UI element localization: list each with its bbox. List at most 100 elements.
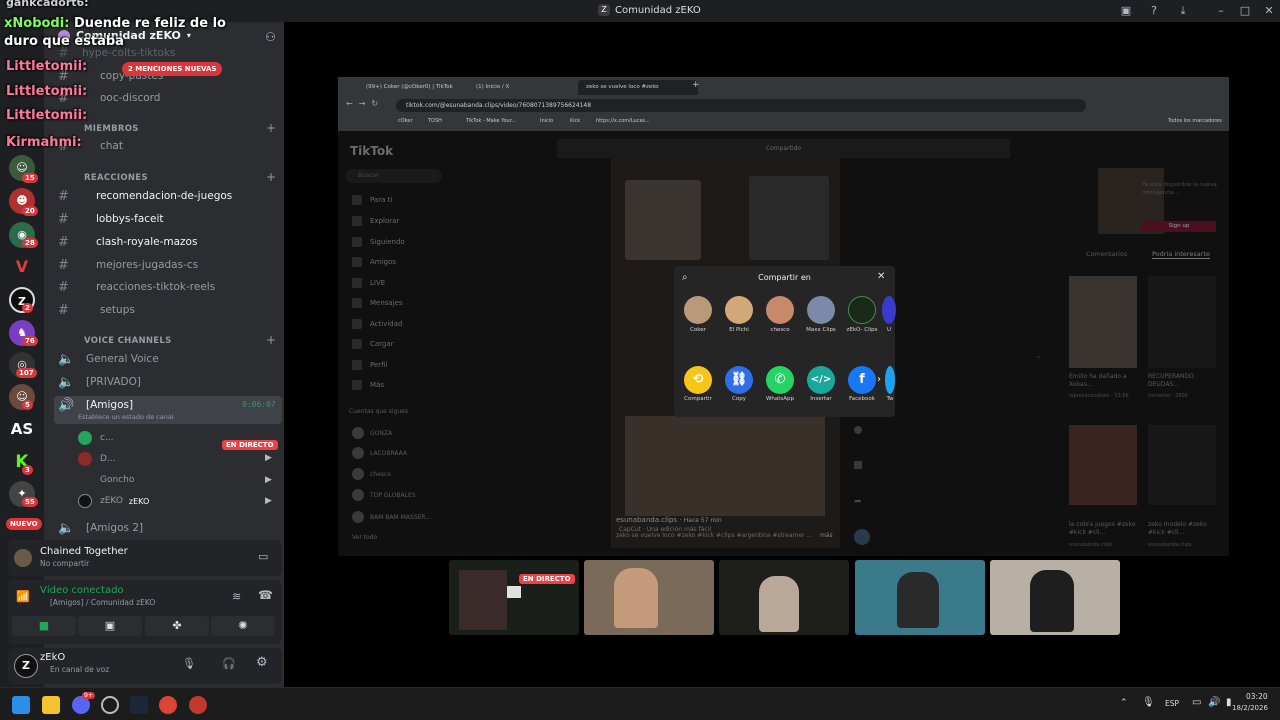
signal-icon[interactable]: 📶 [16, 590, 30, 603]
add-channel-icon[interactable]: + [266, 170, 276, 184]
suggestion-thumb[interactable] [1148, 276, 1216, 368]
share-app-twitter[interactable]: Tw [885, 366, 895, 402]
share-app-whatsapp[interactable]: ✆ WhatsApp [762, 366, 798, 402]
address-bar[interactable]: tiktok.com/@esunabanda.clips/video/76080… [396, 99, 1086, 112]
more-link[interactable]: más [820, 532, 833, 539]
tray-chevron-up-icon[interactable]: ⌃ [1120, 698, 1128, 708]
signup-button[interactable]: Sign up [1142, 221, 1216, 232]
network-icon[interactable]: ▭ [1192, 697, 1201, 708]
share-app-facebook[interactable]: f Facebook [844, 366, 880, 402]
stream-thumbnail[interactable] [584, 560, 714, 635]
category-voice[interactable]: VOICE CHANNELS [84, 336, 172, 346]
add-channel-icon[interactable]: + [266, 121, 276, 135]
clock-time[interactable]: 03:20 [1246, 692, 1268, 701]
channel-item[interactable]: # ooc-discord [58, 88, 280, 108]
nav-item[interactable]: Actividad [352, 319, 402, 329]
nav-item[interactable]: Siguiendo [352, 237, 405, 247]
user-avatar[interactable]: Z [14, 654, 38, 678]
share-screen-icon[interactable]: ▭ [258, 550, 268, 563]
language-indicator[interactable]: ESP [1165, 699, 1179, 708]
nav-item[interactable]: Perfil [352, 360, 388, 370]
noise-suppression-icon[interactable]: ≋ [232, 590, 241, 603]
bookmark[interactable]: Kick [570, 118, 580, 124]
bookmark[interactable]: https://x.com/Lucas... [596, 118, 650, 124]
volume-icon[interactable]: 🔊 [1208, 697, 1220, 708]
activities-button[interactable]: ✤ [145, 616, 209, 636]
voice-user[interactable]: Goncho [78, 471, 278, 489]
voice-status-subtitle[interactable]: [Amigos] / Comunidad zEKO [50, 598, 155, 607]
new-badge[interactable]: NUEVO [6, 518, 42, 530]
chevron-right-icon[interactable]: › [877, 374, 881, 385]
music-disc-icon[interactable] [854, 529, 870, 545]
suggestion-thumb[interactable] [1069, 276, 1137, 368]
chrome-icon[interactable] [159, 696, 177, 714]
app-icon[interactable] [189, 696, 207, 714]
windows-start-icon[interactable] [12, 696, 30, 714]
following-account[interactable]: LACOBRAAA [352, 447, 407, 459]
share-contact[interactable]: U [882, 296, 896, 333]
inbox-icon[interactable]: ▣ [1118, 3, 1134, 19]
battery-icon[interactable]: ▮ [1226, 697, 1232, 708]
mentions-banner[interactable]: 2 MENCIONES NUEVAS [122, 62, 223, 76]
valorant-icon[interactable]: V [9, 254, 35, 280]
suggestion-thumb[interactable] [1148, 425, 1216, 505]
minimize-icon[interactable]: – [1213, 3, 1229, 19]
nav-item[interactable]: Explorar [352, 216, 399, 226]
browser-tab[interactable]: (1) Inicio / X [468, 80, 576, 95]
tab-suggestions[interactable]: Podría interesarte [1152, 250, 1210, 259]
tab-comments[interactable]: Comentarios [1086, 250, 1127, 258]
disconnect-icon[interactable]: ☎ [258, 588, 273, 602]
voice-user[interactable]: D... [78, 450, 278, 468]
nav-arrows-icon[interactable]: ←→↻ [346, 99, 384, 108]
following-account[interactable]: chesco [352, 468, 391, 480]
suggestion-thumb[interactable] [1069, 425, 1137, 505]
channel-item[interactable]: # reacciones-tiktok-reels [58, 277, 280, 297]
share-icon[interactable]: ➦ [854, 497, 862, 507]
channel-item[interactable]: # chat [58, 136, 280, 156]
chevron-down-icon[interactable]: ⌄ [1035, 351, 1042, 360]
nav-item[interactable]: Para ti [352, 195, 392, 205]
share-app-copy[interactable]: ⛓ Copy [721, 366, 757, 402]
comment-icon[interactable] [854, 426, 862, 434]
nav-item[interactable]: Amigos [352, 257, 396, 267]
share-contact[interactable]: Maxx Clips [804, 296, 838, 333]
see-all-link[interactable]: Ver todo [352, 534, 377, 541]
voice-channel-item[interactable]: 🔈 [PRIVADO] [58, 372, 280, 392]
share-contact[interactable]: Coker [681, 296, 715, 333]
bookmark[interactable]: Todos los marcadores [1168, 118, 1222, 124]
share-contact[interactable]: chesco [763, 296, 797, 333]
channel-item[interactable]: # lobbys-faceit [58, 209, 280, 229]
activity-panel[interactable]: Chained Together No compartir ▭ [8, 540, 282, 576]
share-contact[interactable]: El Pichi [722, 296, 756, 333]
screen-share-button[interactable]: ▣ [78, 616, 142, 636]
microphone-icon[interactable]: 🎙 [182, 657, 196, 670]
stream-thumbnail[interactable] [719, 560, 849, 635]
bookmark[interactable]: TikTok - Make Your... [466, 118, 516, 124]
maximize-icon[interactable]: □ [1237, 3, 1253, 19]
close-icon[interactable]: ✕ [877, 271, 885, 282]
stream-thumbnail[interactable] [990, 560, 1120, 635]
nav-item[interactable]: Más [352, 380, 384, 390]
browser-tab[interactable]: (99+) Coker (@cOker0) | TikTok [358, 80, 466, 95]
stream-thumbnail[interactable] [855, 560, 985, 635]
voice-channel-item[interactable]: 🔈 General Voice [58, 349, 280, 369]
nav-item[interactable]: LIVE [352, 278, 385, 288]
channel-item[interactable]: # mejores-jugadas-cs [58, 255, 280, 275]
soundboard-button[interactable]: ✺ [211, 616, 275, 636]
file-explorer-icon[interactable] [42, 696, 60, 714]
nav-item[interactable]: Cargar [352, 339, 394, 349]
share-app-embed[interactable]: </> Insertar [803, 366, 839, 402]
tiktok-logo[interactable]: TikTok [350, 144, 393, 158]
voice-channel-item[interactable]: 🔈 [Amigos 2] [58, 518, 280, 538]
bookmark-icon[interactable] [854, 461, 862, 469]
channel-item[interactable]: # clash-royale-mazos [58, 232, 280, 252]
category-members[interactable]: MIEMBROS [84, 124, 139, 134]
share-contact[interactable]: zEkO- Clips [845, 296, 879, 333]
channel-item[interactable]: # setups [58, 300, 280, 320]
search-input[interactable]: Buscar [346, 169, 442, 183]
stream-thumbnail[interactable]: EN DIRECTO [449, 560, 579, 635]
nav-item[interactable]: Mensajes [352, 298, 403, 308]
category-reactions[interactable]: REACCIONES [84, 173, 148, 183]
headphones-icon[interactable]: 🎧 [222, 657, 236, 670]
close-icon[interactable]: ✕ [1261, 3, 1277, 19]
